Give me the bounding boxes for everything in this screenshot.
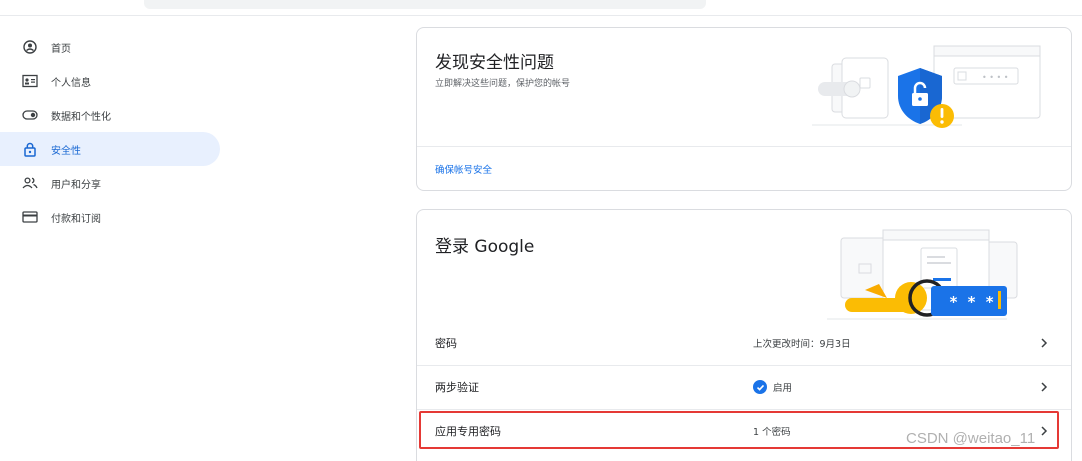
- sidebar-item-label: 数据和个性化: [51, 111, 111, 123]
- lock-icon: [22, 141, 38, 157]
- sidebar-item-label: 首页: [51, 43, 71, 55]
- security-warning-illustration: • • • •: [812, 45, 1041, 128]
- sidebar-item-personal-info[interactable]: 个人信息: [0, 64, 220, 98]
- chevron-right-icon: [1041, 382, 1048, 392]
- sidebar-item-payments[interactable]: 付款和订阅: [0, 200, 220, 234]
- check-circle-icon: [753, 380, 767, 394]
- row-value: 上次更改时间：9月3日: [753, 339, 851, 350]
- chevron-right-icon: [1041, 426, 1048, 436]
- people-icon: [22, 175, 38, 191]
- signin-row-password[interactable]: 密码 上次更改时间：9月3日: [417, 322, 1071, 364]
- svg-text:• • • •: • • • •: [982, 73, 1009, 82]
- sidebar-item-label: 安全性: [51, 145, 81, 157]
- password-key-illustration: * * *: [827, 229, 1018, 320]
- sidebar-item-label: 个人信息: [51, 77, 91, 89]
- row-label: 密码: [435, 337, 457, 350]
- card-title: 发现安全性问题: [435, 53, 554, 73]
- row-value: 启用: [753, 380, 792, 394]
- top-bar: [0, 0, 1082, 16]
- row-label: 两步验证: [435, 381, 479, 394]
- chevron-right-icon: [1041, 338, 1048, 348]
- card-divider: [417, 146, 1071, 147]
- sidebar: 首页 个人信息 数据和个性化 安全性 用户和分享 付款和订阅: [0, 30, 220, 234]
- watermark: CSDN @weitao_11: [906, 430, 1036, 447]
- sidebar-item-label: 付款和订阅: [51, 213, 101, 225]
- security-issues-card: 发现安全性问题 立即解决这些问题，保护您的帐号 • • • • 确保帐号安全: [416, 27, 1072, 191]
- sidebar-item-people-sharing[interactable]: 用户和分享: [0, 166, 220, 200]
- row-value: 1 个密码: [753, 427, 791, 438]
- card-subtitle: 立即解决这些问题，保护您的帐号: [435, 79, 571, 89]
- signin-row-2step[interactable]: 两步验证 启用: [417, 366, 1071, 408]
- credit-card-icon: [22, 209, 38, 225]
- toggle-icon: [22, 107, 38, 123]
- search-bar[interactable]: [144, 0, 706, 9]
- row-label: 应用专用密码: [435, 425, 501, 438]
- id-card-icon: [22, 73, 38, 89]
- secure-account-link[interactable]: 确保帐号安全: [435, 162, 492, 176]
- signin-card: 登录 Google * * * 密码 上次更改时间：9月3日 两步验证 启用 应…: [416, 209, 1072, 461]
- home-circle-icon: [22, 39, 38, 55]
- sidebar-item-label: 用户和分享: [51, 179, 101, 191]
- sidebar-item-home[interactable]: 首页: [0, 30, 220, 64]
- card-title: 登录 Google: [435, 237, 535, 257]
- password-mask-text: * * *: [949, 293, 994, 311]
- sidebar-item-data-personalization[interactable]: 数据和个性化: [0, 98, 220, 132]
- sidebar-item-security[interactable]: 安全性: [0, 132, 220, 166]
